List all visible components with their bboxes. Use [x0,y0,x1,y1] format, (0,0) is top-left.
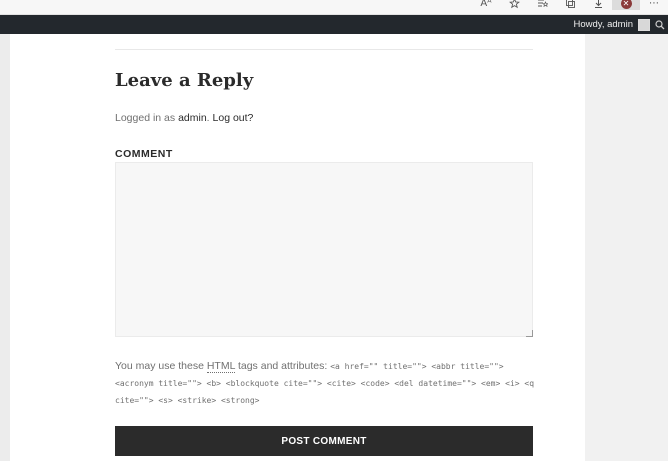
profile-avatar: ✕ [620,0,632,9]
more-icon[interactable]: ⋯ [640,0,668,10]
logged-in-prefix: Logged in as [115,112,179,124]
allowed-tags-note: You may use these HTML tags and attribut… [115,358,535,409]
more-glyph: ⋯ [649,0,659,9]
profile-icon[interactable]: ✕ [612,0,640,10]
admin-avatar [638,18,650,31]
search-icon[interactable] [654,15,666,34]
howdy-greeting: Howdy, admin [573,19,634,30]
section-divider [115,49,533,50]
page-gutter [0,34,10,461]
html-abbr: HTML [206,360,236,373]
read-aloud-icon[interactable]: Aᴬ [472,0,500,10]
profile-glyph: ✕ [622,0,630,8]
favorites-icon[interactable] [528,0,556,10]
favorites-add-icon[interactable] [500,0,528,10]
comment-section: Leave a Reply Logged in as admin. Log ou… [63,34,585,461]
reply-title: Leave a Reply [115,70,254,91]
allowed-prefix: You may use these [115,360,207,372]
post-comment-button[interactable]: POST COMMENT [115,426,533,456]
logout-link[interactable]: Log out? [213,112,254,124]
sidebar-panel [10,34,63,461]
browser-toolbar: Aᴬ ✕ ⋯ [0,0,668,15]
admin-bar: Howdy, admin [0,15,668,34]
comment-label: COMMENT [115,148,173,160]
logged-in-as: Logged in as admin. Log out? [115,112,253,124]
read-aloud-glyph: Aᴬ [480,0,492,9]
textarea-resize-handle[interactable] [526,330,533,337]
comment-textarea[interactable] [115,162,533,337]
collections-icon[interactable] [556,0,584,10]
browser-toolbar-icons: Aᴬ ✕ ⋯ [472,0,668,10]
my-account-menu[interactable]: Howdy, admin [573,15,650,34]
user-profile-link[interactable]: admin [178,112,207,124]
allowed-suffix: tags and attributes: [235,360,331,372]
downloads-icon[interactable] [584,0,612,10]
